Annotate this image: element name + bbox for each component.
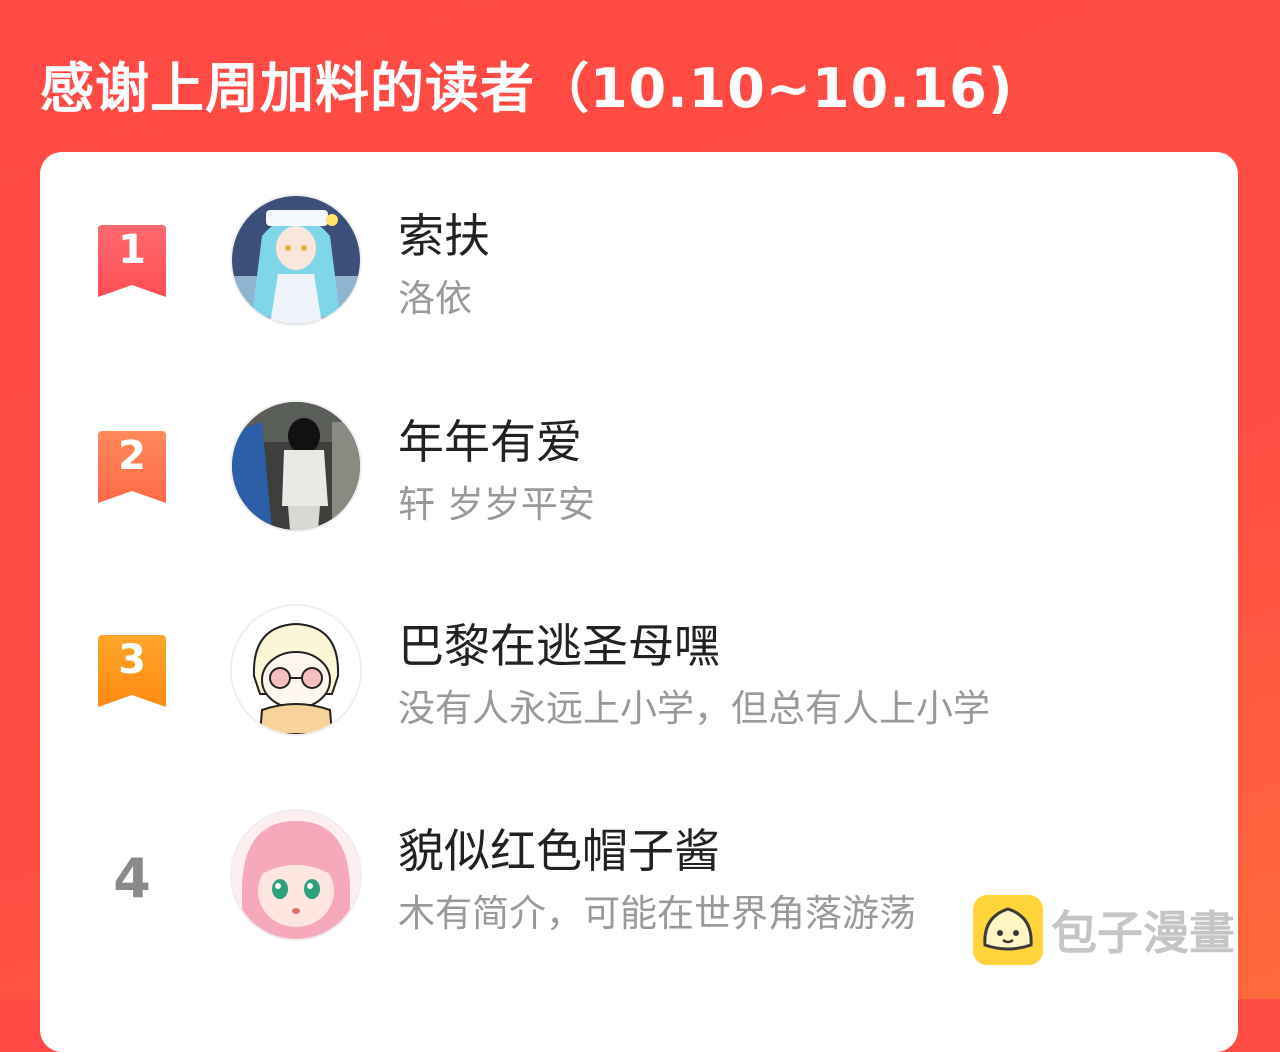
reader-bio: 轩 岁岁平安 [398,483,595,526]
reader-name: 索扶 [398,209,490,263]
rank-ribbon-icon: 3 [98,635,166,707]
rank-ribbon-icon: 1 [98,225,166,297]
reader-row[interactable]: 1 索扶 洛依 [40,192,1238,332]
baozi-bun-logo-icon [973,895,1043,965]
page-title: 感谢上周加料的读者（10.10~10.16) [40,57,1014,120]
rank-number: 3 [118,637,146,683]
cartoon-glasses-kid-avatar[interactable] [230,604,362,736]
watermark: 包子漫畫 [973,894,1235,966]
reader-row[interactable]: 3 巴黎在逃圣母嘿 没有人永远上小学，但总有人上小学 [40,602,1238,742]
anime-girl-pink-hair-avatar[interactable] [230,809,362,941]
reader-bio: 洛依 [398,277,472,320]
watermark-text: 包子漫畫 [1051,906,1235,960]
reader-name: 巴黎在逃圣母嘿 [398,619,720,673]
photo-person-back-avatar[interactable] [230,400,362,532]
rank-ribbon-icon: 2 [98,431,166,503]
reader-name: 貌似红色帽子酱 [398,824,720,878]
anime-girl-cyan-hair-avatar[interactable] [230,194,362,326]
reader-name: 年年有爱 [398,415,582,469]
rank-number: 1 [118,227,146,273]
reader-row[interactable]: 2 年年有爱 轩 岁岁平安 [40,398,1238,538]
reader-bio: 没有人永远上小学，但总有人上小学 [398,687,990,730]
reader-bio: 木有简介，可能在世界角落游荡 [398,892,916,935]
rank-number: 2 [118,433,146,479]
rank-number: 4 [113,847,151,910]
